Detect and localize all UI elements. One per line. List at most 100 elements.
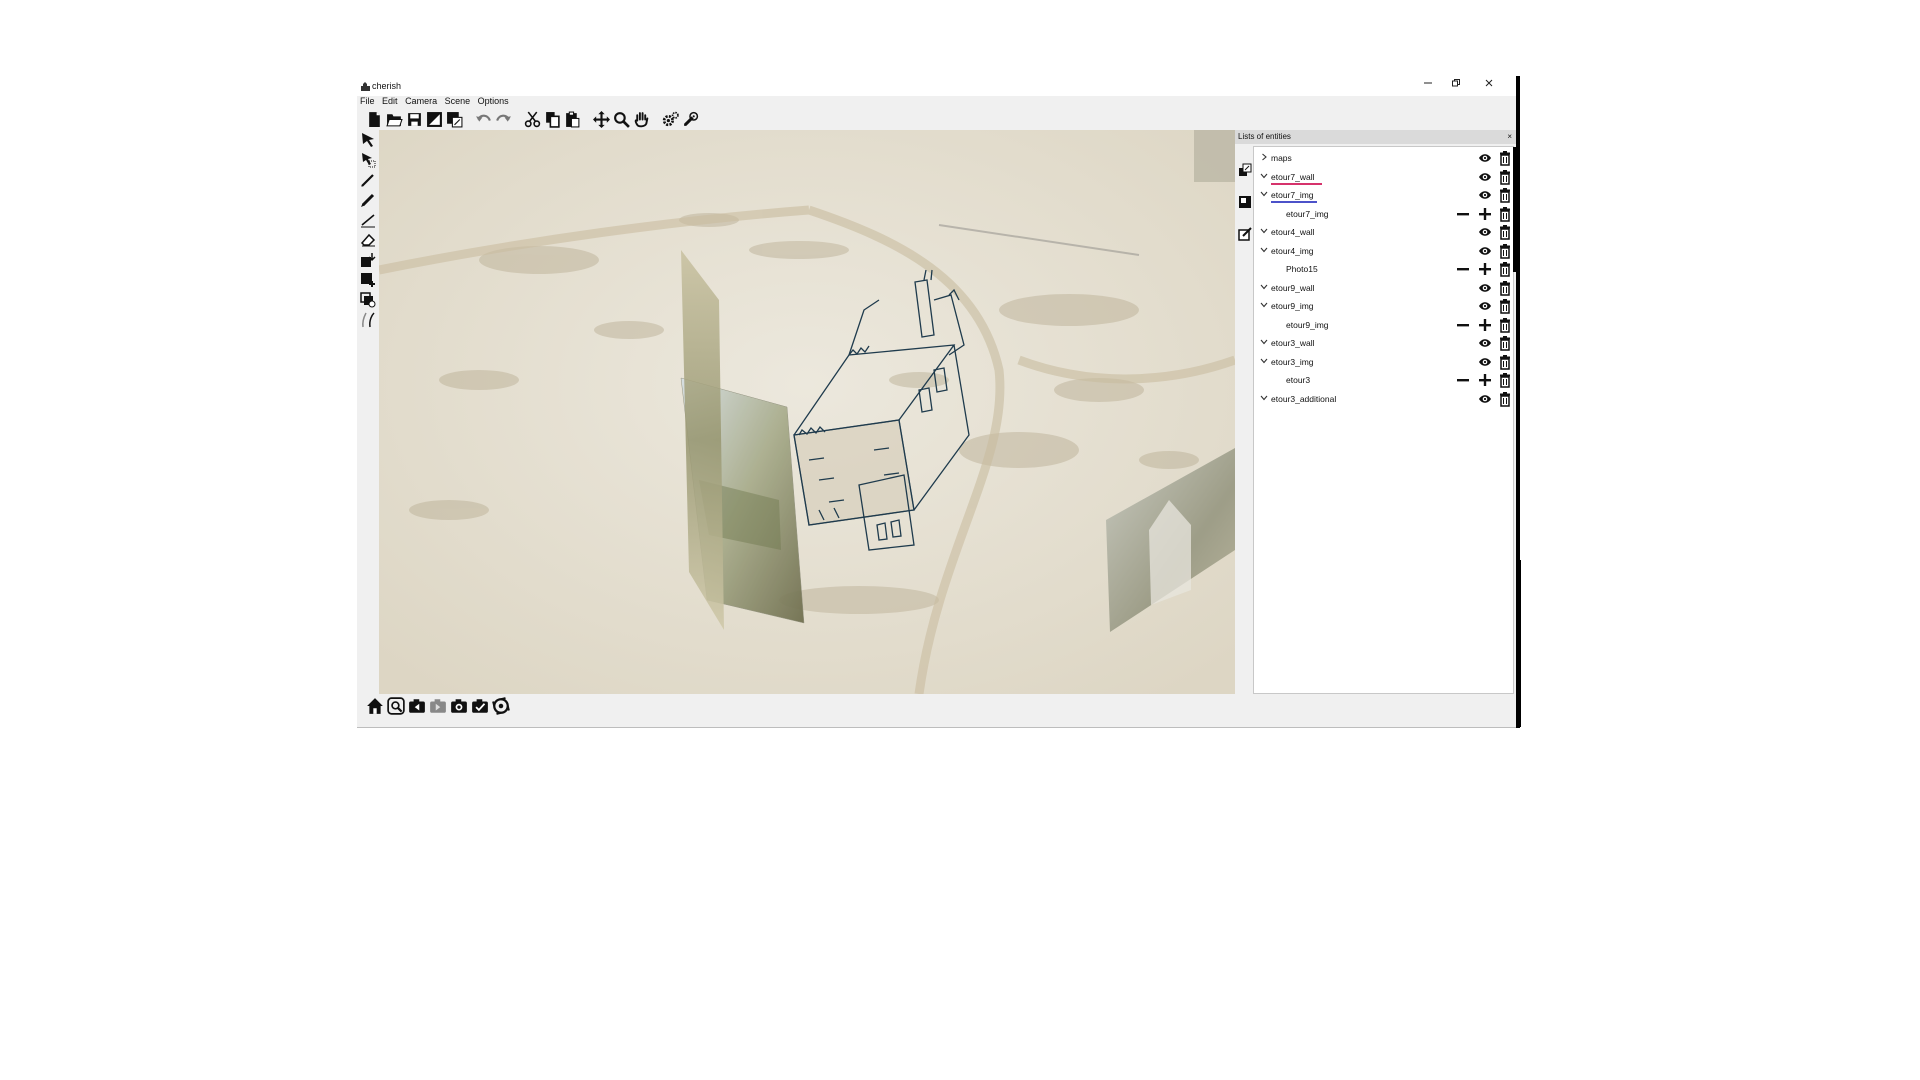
eye-icon[interactable] (1478, 298, 1492, 314)
chevron-down-icon[interactable] (1259, 300, 1269, 310)
plus-icon[interactable] (1478, 317, 1492, 333)
trash-icon[interactable] (1498, 169, 1512, 185)
redo-button[interactable] (494, 109, 513, 129)
entity-row[interactable]: etour7_img (1254, 186, 1513, 204)
trash-icon[interactable] (1498, 150, 1512, 166)
camera-search-button[interactable] (386, 695, 406, 717)
add-image-tool[interactable] (357, 270, 379, 290)
copy-button[interactable] (543, 109, 562, 129)
plus-icon[interactable] (1478, 261, 1492, 277)
trash-icon[interactable] (1498, 354, 1512, 370)
window-scrollbar[interactable] (1517, 560, 1521, 727)
trash-icon[interactable] (1498, 187, 1512, 203)
trash-icon[interactable] (1498, 280, 1512, 296)
trash-icon[interactable] (1498, 206, 1512, 222)
bezier-tool[interactable] (357, 310, 379, 330)
entity-row[interactable]: etour4_img (1254, 242, 1513, 260)
new-file-button[interactable] (365, 109, 384, 129)
menu-options[interactable]: Options (478, 96, 509, 106)
menu-camera[interactable]: Camera (405, 96, 437, 106)
entity-tree[interactable]: maps etour7_wall etour7_img etour7_img etour… (1253, 146, 1516, 694)
entity-row[interactable]: etour3_wall (1254, 334, 1513, 352)
chevron-down-icon[interactable] (1259, 171, 1269, 181)
minus-icon[interactable] (1456, 206, 1470, 222)
entity-row[interactable]: etour9_wall (1254, 279, 1513, 297)
open-folder-button[interactable] (385, 109, 404, 129)
camera-settings-button[interactable] (681, 109, 700, 129)
trash-icon[interactable] (1498, 372, 1512, 388)
entity-child-row[interactable]: etour7_img (1254, 205, 1513, 223)
minus-icon[interactable] (1456, 317, 1470, 333)
import-image-tool[interactable] (357, 250, 379, 270)
pen-tool[interactable] (357, 170, 379, 190)
entity-child-row[interactable]: etour3 (1254, 371, 1513, 389)
home-button[interactable] (365, 695, 385, 717)
trash-icon[interactable] (1498, 261, 1512, 277)
chevron-right-icon[interactable] (1259, 152, 1269, 162)
menu-edit[interactable]: Edit (382, 96, 398, 106)
pencil-tool[interactable] (357, 190, 379, 210)
trash-icon[interactable] (1498, 335, 1512, 351)
trash-icon[interactable] (1498, 224, 1512, 240)
entity-child-row[interactable]: etour9_img (1254, 316, 1513, 334)
minus-icon[interactable] (1456, 261, 1470, 277)
select-multi-tool[interactable] (357, 150, 379, 170)
camera-prev-button[interactable] (407, 695, 427, 717)
entity-row[interactable]: etour3_img (1254, 353, 1513, 371)
eye-icon[interactable] (1478, 335, 1492, 351)
close-button[interactable] (1475, 78, 1503, 94)
entity-child-row[interactable]: Photo15 (1254, 260, 1513, 278)
eye-icon[interactable] (1478, 224, 1492, 240)
restore-button[interactable] (1442, 78, 1470, 94)
pan-hand-button[interactable] (632, 109, 651, 129)
minus-icon[interactable] (1456, 372, 1470, 388)
add-layer-tool[interactable] (357, 290, 379, 310)
eye-icon[interactable] (1478, 280, 1492, 296)
entity-row[interactable]: maps (1254, 149, 1513, 167)
zoom-button[interactable] (612, 109, 631, 129)
entity-row[interactable]: etour7_wall (1254, 168, 1513, 186)
export-button[interactable] (445, 109, 464, 129)
camera-snap-button[interactable] (449, 695, 469, 717)
eye-icon[interactable] (1478, 187, 1492, 203)
tree-scrollbar[interactable] (1513, 147, 1516, 272)
undo-button[interactable] (474, 109, 493, 129)
entity-row[interactable]: etour9_img (1254, 297, 1513, 315)
menu-file[interactable]: File (360, 96, 375, 106)
cut-button[interactable] (523, 109, 542, 129)
chevron-down-icon[interactable] (1259, 226, 1269, 236)
move-button[interactable] (592, 109, 611, 129)
chevron-down-icon[interactable] (1259, 189, 1269, 199)
trash-icon[interactable] (1498, 298, 1512, 314)
trash-icon[interactable] (1498, 243, 1512, 259)
eye-icon[interactable] (1478, 391, 1492, 407)
eye-icon[interactable] (1478, 150, 1492, 166)
eraser-tool[interactable] (357, 230, 379, 250)
line-tool[interactable] (357, 210, 379, 230)
settings-button[interactable] (661, 109, 680, 129)
chevron-down-icon[interactable] (1259, 393, 1269, 403)
camera-check-button[interactable] (470, 695, 490, 717)
save-button[interactable] (405, 109, 424, 129)
title-bar[interactable]: cherish (357, 76, 1516, 96)
paste-button[interactable] (563, 109, 582, 129)
panel-close-icon[interactable]: × (1507, 130, 1512, 144)
plus-icon[interactable] (1478, 372, 1492, 388)
plus-icon[interactable] (1478, 206, 1492, 222)
chevron-down-icon[interactable] (1259, 245, 1269, 255)
select-tool[interactable] (357, 130, 379, 150)
camera-disabled-button[interactable] (428, 695, 448, 717)
rotate-camera-button[interactable] (491, 695, 511, 717)
save-as-button[interactable] (425, 109, 444, 129)
chevron-down-icon[interactable] (1259, 337, 1269, 347)
scene-canvas[interactable] (379, 130, 1235, 694)
menu-scene[interactable]: Scene (445, 96, 471, 106)
chevron-down-icon[interactable] (1259, 282, 1269, 292)
eye-icon[interactable] (1478, 243, 1492, 259)
chevron-down-icon[interactable] (1259, 356, 1269, 366)
entity-row[interactable]: etour3_additional (1254, 390, 1513, 408)
trash-icon[interactable] (1498, 317, 1512, 333)
minimize-button[interactable] (1414, 78, 1442, 94)
entity-row[interactable]: etour4_wall (1254, 223, 1513, 241)
trash-icon[interactable] (1498, 391, 1512, 407)
